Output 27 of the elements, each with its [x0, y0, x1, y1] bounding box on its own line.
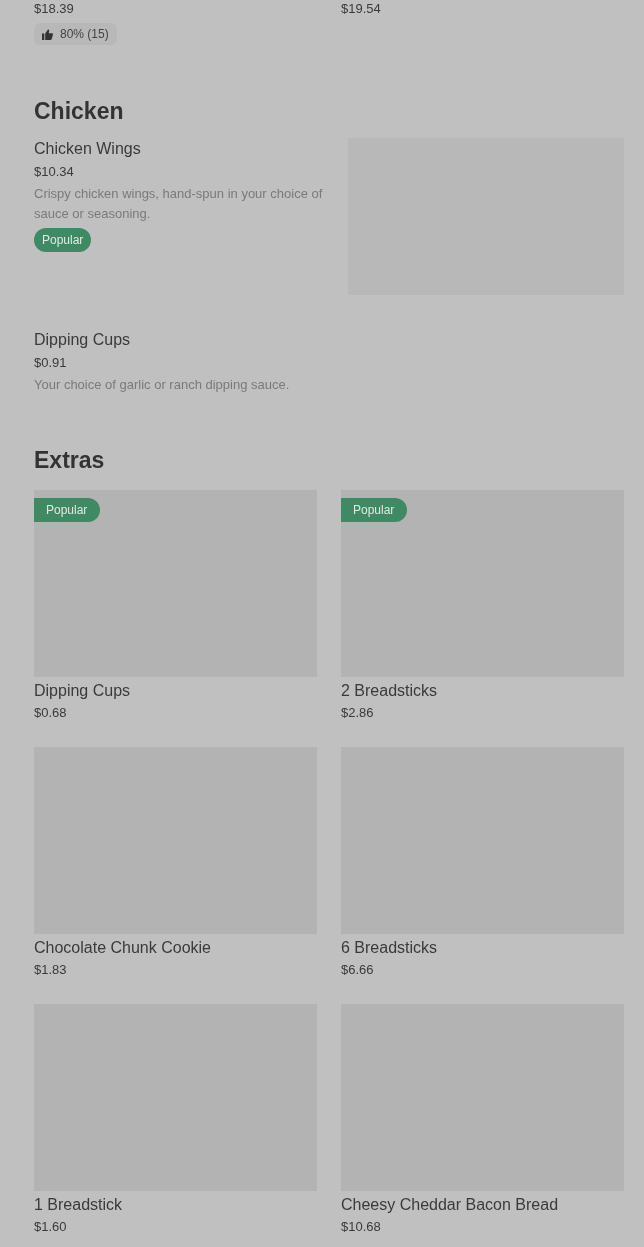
section-heading: Chicken — [34, 97, 125, 126]
popular-tag: Popular — [34, 228, 92, 252]
thumbs-up-icon — [42, 28, 53, 40]
item-name[interactable]: 2 Breadsticks — [341, 680, 438, 702]
rating-text: 80% (15) — [60, 26, 109, 43]
item-price: $6.66 — [341, 961, 374, 979]
item-price: $0.91 — [34, 354, 67, 372]
item-name[interactable]: 6 Breadsticks — [341, 937, 438, 959]
item-name[interactable]: Cheesy Cheddar Bacon Bread — [341, 1194, 559, 1216]
item-price: $18.39 — [34, 0, 74, 18]
item-name[interactable]: Chocolate Chunk Cookie — [34, 937, 211, 959]
item-price: $10.68 — [341, 1218, 381, 1236]
item-price: $1.83 — [34, 961, 67, 979]
item-price: $1.60 — [34, 1218, 67, 1236]
item-name[interactable]: 1 Breadstick — [34, 1194, 123, 1216]
popular-tag: Popular — [341, 498, 408, 522]
item-name[interactable]: Dipping Cups — [34, 680, 131, 702]
item-price: $19.54 — [341, 0, 381, 18]
item-price: $0.68 — [34, 704, 67, 722]
item-name[interactable]: Dipping Cups — [34, 329, 131, 351]
item-description: Your choice of garlic or ranch dipping sauce. — [34, 376, 291, 394]
item-name[interactable]: Chicken Wings — [34, 138, 141, 160]
item-price: $2.86 — [341, 704, 374, 722]
section-heading: Extras — [34, 446, 106, 475]
item-price: $10.34 — [34, 163, 74, 181]
popular-tag: Popular — [34, 498, 101, 522]
item-description: Crispy chicken wings, hand-spun in your choice of sauce or seasoning. — [34, 185, 324, 223]
